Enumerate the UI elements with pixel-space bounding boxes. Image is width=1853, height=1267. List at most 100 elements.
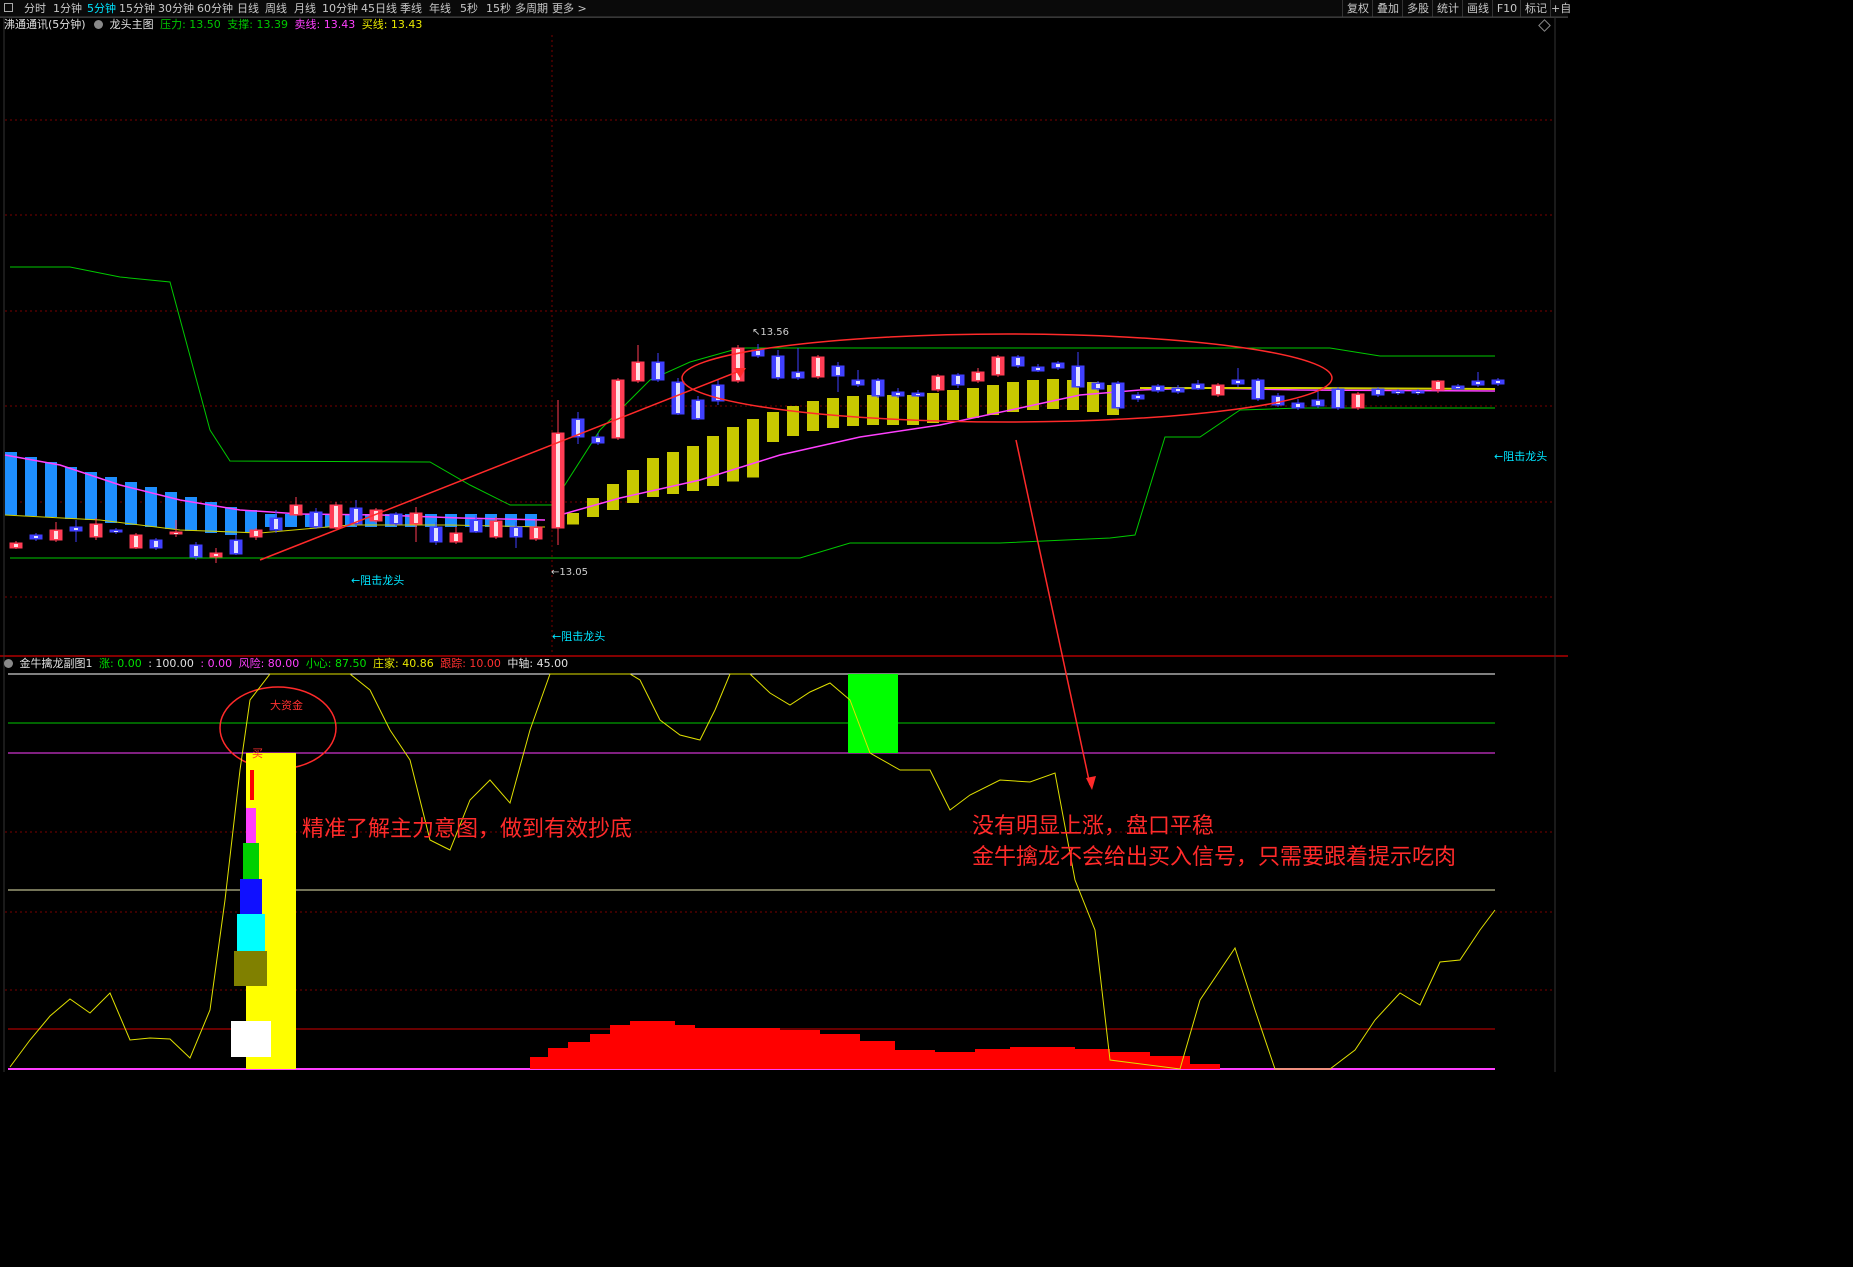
- histogram-bar: [1010, 1047, 1075, 1069]
- fund-block: [231, 1021, 271, 1057]
- resist-label: ←阻击龙头: [1494, 450, 1548, 463]
- ribbon-bar: [747, 419, 759, 478]
- high-price-value: 13.56: [760, 327, 790, 338]
- candle-highlight: [1316, 401, 1320, 405]
- buy-signal-label: 买: [252, 747, 263, 760]
- zhang-value: 涨: 0.00: [99, 657, 142, 670]
- ribbon-bar: [967, 388, 979, 418]
- ribbon-bar: [505, 514, 517, 527]
- chart-canvas[interactable]: [0, 0, 1568, 1072]
- candle-highlight: [1396, 392, 1400, 393]
- ribbon-bar: [687, 446, 699, 491]
- candle-highlight: [14, 544, 18, 547]
- candle-highlight: [1236, 381, 1240, 383]
- candle-highlight: [494, 522, 498, 536]
- value-100: : 100.00: [148, 657, 194, 670]
- fund-block: [250, 770, 254, 800]
- candle-highlight: [334, 506, 338, 527]
- candle-highlight: [134, 536, 138, 547]
- candle-highlight: [1416, 392, 1420, 393]
- big-fund-label: 大资金: [270, 699, 303, 712]
- ribbon-bar: [285, 514, 297, 527]
- candle-highlight: [1176, 389, 1180, 391]
- candle-highlight: [1156, 387, 1160, 390]
- histogram-bar: [1190, 1064, 1220, 1069]
- candle-highlight: [616, 381, 620, 437]
- low-price-value: 13.05: [559, 567, 589, 578]
- candle-highlight: [474, 521, 478, 531]
- ribbon-bar: [887, 395, 899, 425]
- fund-block: [246, 808, 256, 843]
- histogram-bar: [975, 1049, 1010, 1069]
- ribbon-bar: [205, 502, 217, 533]
- candle-highlight: [1456, 387, 1460, 388]
- candle-highlight: [254, 531, 258, 536]
- candle-highlight: [636, 363, 640, 380]
- sub-indicator-toggle-icon[interactable]: [4, 659, 13, 668]
- ribbon-bar: [707, 436, 719, 486]
- candle-highlight: [534, 528, 538, 538]
- fund-block: [243, 843, 259, 879]
- candle-highlight: [394, 515, 398, 523]
- candle-highlight: [154, 541, 158, 547]
- ribbon-bar: [867, 395, 879, 425]
- high-price-marker: ↖13.56: [752, 327, 789, 338]
- histogram-bar: [590, 1034, 610, 1069]
- ribbon-bar: [607, 484, 619, 510]
- candle-highlight: [214, 554, 218, 556]
- track-value: 跟踪: 10.00: [440, 657, 501, 670]
- sub-indicator-name[interactable]: 金牛擒龙副图1: [20, 657, 93, 670]
- candle-highlight: [314, 513, 318, 526]
- ribbon-bar: [225, 507, 237, 535]
- annotation-right-line2: 金牛擒龙不会给出买入信号，只需要跟着提示吃肉: [972, 845, 1457, 870]
- candle-highlight: [756, 351, 760, 355]
- resist-label: ←阻击龙头: [552, 630, 606, 643]
- dealer-value: 庄家: 40.86: [373, 657, 434, 670]
- pointer-arrow-line: [1015, 439, 1091, 786]
- candle-highlight: [454, 534, 458, 541]
- fund-block: [237, 914, 265, 951]
- ribbon-bar: [1007, 382, 1019, 412]
- histogram-bar: [610, 1025, 630, 1069]
- candle-highlight: [1076, 367, 1080, 386]
- histogram-bar: [630, 1021, 675, 1069]
- candle-highlight: [434, 528, 438, 541]
- ribbon-bar: [847, 396, 859, 426]
- ribbon-bar: [927, 393, 939, 423]
- histogram-bar: [675, 1025, 695, 1069]
- risk-value: 风险: 80.00: [238, 657, 300, 670]
- candle-highlight: [1476, 382, 1480, 384]
- candle-highlight: [996, 358, 1000, 374]
- candle-highlight: [1096, 384, 1100, 388]
- candle-highlight: [916, 394, 920, 395]
- candle-highlight: [876, 381, 880, 395]
- candle-highlight: [656, 363, 660, 379]
- candle-highlight: [856, 381, 860, 384]
- ribbon-bar: [727, 427, 739, 482]
- candle-highlight: [696, 401, 700, 418]
- candle-highlight: [1496, 381, 1500, 383]
- candle-highlight: [976, 373, 980, 380]
- histogram-bar: [548, 1048, 568, 1069]
- candle-highlight: [514, 528, 518, 536]
- histogram-bar: [935, 1052, 975, 1069]
- ribbon-bar: [5, 452, 17, 515]
- candle-highlight: [556, 434, 560, 527]
- histogram-bar: [860, 1041, 895, 1069]
- ribbon-bar: [567, 513, 579, 525]
- candle-highlight: [776, 357, 780, 377]
- candle-highlight: [1336, 390, 1340, 407]
- candle-highlight: [936, 377, 940, 389]
- candle-highlight: [414, 514, 418, 523]
- candle-highlight: [1256, 381, 1260, 398]
- ribbon-bar: [1047, 379, 1059, 409]
- candle-highlight: [174, 533, 178, 534]
- candle-highlight: [1016, 358, 1020, 365]
- histogram-bar: [740, 1028, 780, 1069]
- annotation-left: 精准了解主力意图，做到有效抄底: [302, 817, 633, 842]
- ribbon-bar: [65, 467, 77, 519]
- candle-highlight: [1436, 382, 1440, 389]
- ribbon-bar: [25, 457, 37, 516]
- ribbon-bar: [827, 398, 839, 428]
- candle-highlight: [1296, 404, 1300, 407]
